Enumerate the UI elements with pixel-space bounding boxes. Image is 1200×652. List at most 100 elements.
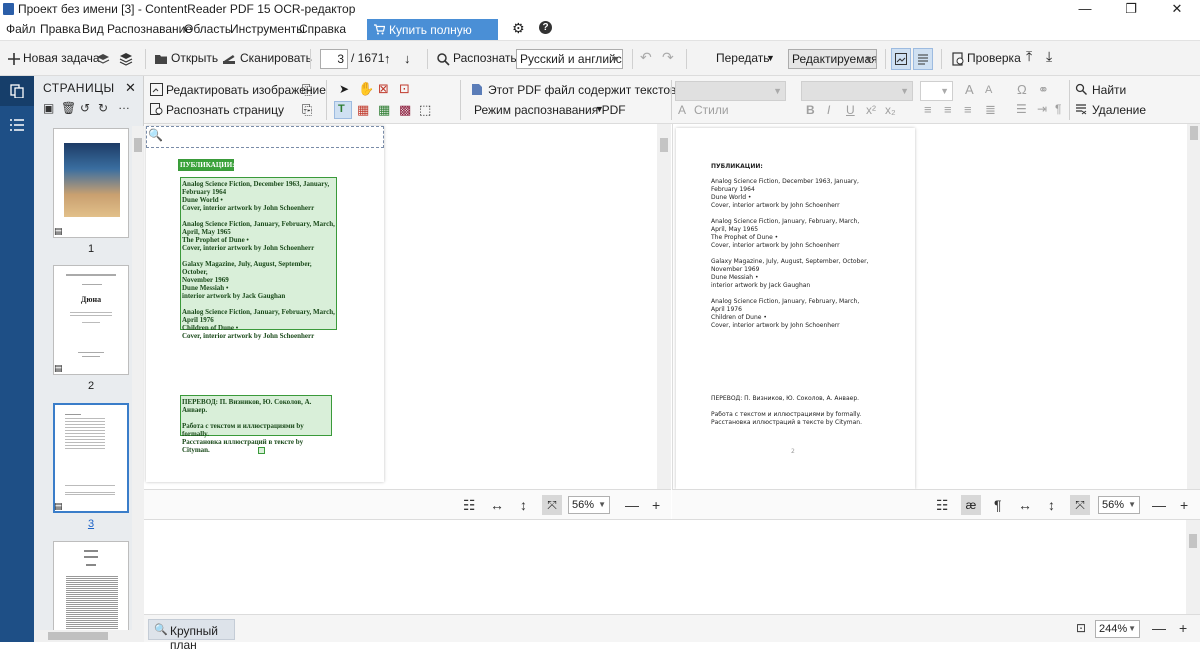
italic-icon[interactable]: I (827, 103, 830, 117)
menu-view[interactable]: Вид (82, 22, 104, 36)
font-shrink-icon[interactable]: A (985, 84, 992, 96)
list-icon[interactable] (10, 119, 24, 131)
fit-height-icon[interactable]: ↕ (1048, 497, 1055, 513)
delete-area-icon[interactable]: ⊠ (378, 81, 389, 97)
list-icon[interactable]: ☰ (1016, 102, 1027, 116)
image-zoom-select[interactable]: 56% ▼ (568, 496, 610, 514)
arrow-up-icon[interactable]: ↑ (384, 51, 391, 66)
maximize-button[interactable]: ❐ (1108, 0, 1154, 18)
arrow-down-icon[interactable]: ↓ (404, 51, 411, 66)
save-icon[interactable]: ▣ (43, 101, 54, 115)
zoom-magnifier-icon[interactable]: 🔍 (148, 128, 163, 142)
zoom-in-icon[interactable]: + (1179, 620, 1187, 636)
text-heading[interactable]: ПУБЛИКАЦИИ: (711, 163, 763, 171)
underline-icon[interactable]: U (846, 103, 855, 117)
page-layout-icon[interactable]: ☷ (936, 497, 949, 514)
menu-file[interactable]: Файл (6, 22, 36, 36)
paragraph-icon[interactable]: ¶ (1055, 102, 1061, 116)
gear-icon[interactable]: ⚙ (512, 20, 525, 37)
chevron-down-icon[interactable]: ▼ (595, 104, 604, 114)
font-select[interactable]: ▼ (801, 81, 913, 101)
check-button[interactable]: Проверка (967, 51, 1021, 65)
background-area-icon[interactable]: ▩ (399, 102, 411, 118)
show-formatting-icon[interactable]: ¶ (994, 497, 1002, 513)
fit-page-icon[interactable]: ⤧ (1070, 495, 1090, 515)
layers-icon[interactable] (96, 52, 110, 66)
recognize-page-button[interactable]: Распознать страницу (166, 103, 284, 117)
pages-hscrollbar[interactable] (34, 630, 144, 642)
closeup-zoom-select[interactable]: 244% ▼ (1095, 620, 1140, 638)
more-icon[interactable]: … (118, 98, 130, 112)
align-justify-icon[interactable]: ≣ (985, 102, 996, 118)
language-select[interactable]: Русский и английски ▼ (516, 49, 623, 69)
image-pane-scrollbar[interactable] (657, 124, 671, 489)
indent-icon[interactable]: ⇥ (1037, 102, 1047, 116)
text-block-1[interactable]: Analog Science Fiction, December 1963, J… (711, 178, 868, 330)
text-area-tool-active[interactable]: T (334, 101, 352, 119)
buy-full-version-button[interactable]: Купить полную версию (367, 19, 498, 59)
text-direction-down-icon[interactable]: ⤓ (1046, 48, 1052, 65)
text-block-2[interactable]: ПЕРЕВОД: П. Визников, Ю. Соколов, А. Анв… (711, 395, 862, 427)
text-view-toggle[interactable] (913, 48, 933, 70)
zoom-out-icon[interactable]: — (1152, 620, 1166, 636)
zoom-in-icon[interactable]: + (652, 497, 660, 513)
font-size-select[interactable]: ▼ (920, 81, 953, 101)
closeup-button[interactable]: 🔍 Крупный план (148, 619, 235, 652)
delete-icon[interactable]: 🗑 (61, 101, 76, 115)
fit-width-icon[interactable]: ↔ (490, 497, 504, 513)
ocr-page-number-block[interactable] (258, 447, 265, 454)
closeup-scrollbar[interactable] (1186, 520, 1200, 614)
align-right-icon[interactable]: ≡ (964, 102, 972, 117)
hand-icon[interactable]: ✋ (358, 81, 374, 97)
style-select[interactable]: ▼ (675, 81, 786, 101)
open-button[interactable]: Открыть (171, 51, 218, 65)
find-button[interactable]: Найти (1092, 83, 1126, 97)
redo-icon[interactable]: ↷ (662, 49, 674, 66)
styles-button[interactable]: Стили (694, 103, 729, 117)
scan-button[interactable]: Сканировать (240, 51, 312, 65)
ocr-text-block-2[interactable]: ПЕРЕВОД: П. Визников, Ю. Соколов, А. Анв… (180, 395, 332, 454)
close-panel-icon[interactable]: ✕ (125, 80, 136, 96)
select-area-icon[interactable]: ⬚ (419, 102, 431, 118)
rotate-left-icon[interactable]: ↺ (80, 101, 90, 115)
subscript-icon[interactable]: x₂ (885, 103, 896, 117)
menu-tools[interactable]: Инструменты (230, 22, 305, 36)
link-icon[interactable]: ⚭ (1038, 82, 1049, 98)
fit-icon[interactable]: ⊡ (1076, 621, 1086, 635)
ocr-heading-block[interactable]: ПУБЛИКАЦИИ: (178, 159, 235, 171)
special-char-icon[interactable]: Ω (1017, 82, 1027, 97)
table-area-icon[interactable]: ▦ (378, 102, 390, 118)
page-thumbnail-3-selected[interactable] (53, 403, 129, 513)
pages-icon[interactable] (10, 84, 24, 98)
page-settings-icon[interactable]: ⎘ (302, 82, 312, 98)
new-task-button[interactable]: Новая задача (23, 51, 100, 65)
image-view-toggle[interactable] (891, 48, 911, 70)
align-left-icon[interactable]: ≡ (924, 102, 932, 117)
ocr-text-block-1[interactable]: Analog Science Fiction, December 1963, J… (180, 177, 337, 340)
page-number-input[interactable]: 3 (320, 49, 348, 69)
font-grow-icon[interactable]: A (965, 82, 974, 97)
superscript-icon[interactable]: x² (866, 103, 876, 117)
highlight-uncertain-icon[interactable]: æ (961, 495, 981, 515)
fit-height-icon[interactable]: ↕ (520, 497, 527, 513)
text-direction-icon[interactable]: ⤒ (1026, 48, 1032, 65)
pages-scrollbar[interactable] (132, 126, 144, 642)
page-thumbnail-4[interactable] (53, 541, 129, 633)
undo-icon[interactable]: ↶ (640, 49, 652, 66)
page-thumbnail-2[interactable]: Дюна (53, 265, 129, 375)
recognize-button[interactable]: Распознать (453, 51, 517, 65)
fit-width-icon[interactable]: ↔ (1018, 497, 1032, 513)
menu-recognition[interactable]: Распознавание (107, 22, 192, 36)
zoom-out-icon[interactable]: — (1152, 497, 1166, 513)
stack-icon[interactable] (119, 52, 133, 66)
page-analyze-icon[interactable]: ⎘ (302, 102, 312, 118)
send-button[interactable]: Передать (716, 51, 770, 65)
help-icon[interactable]: ? (539, 21, 552, 34)
crop-area-icon[interactable]: ⊡ (399, 81, 410, 97)
fit-page-icon[interactable]: ⤧ (542, 495, 562, 515)
picture-area-icon[interactable]: ▦ (357, 102, 369, 118)
close-window-button[interactable]: ✕ (1154, 0, 1200, 18)
output-mode-select[interactable]: Редактируемая к ▼ (788, 49, 877, 69)
zoom-out-icon[interactable]: — (625, 497, 639, 513)
text-pane-scrollbar[interactable] (1187, 124, 1200, 489)
